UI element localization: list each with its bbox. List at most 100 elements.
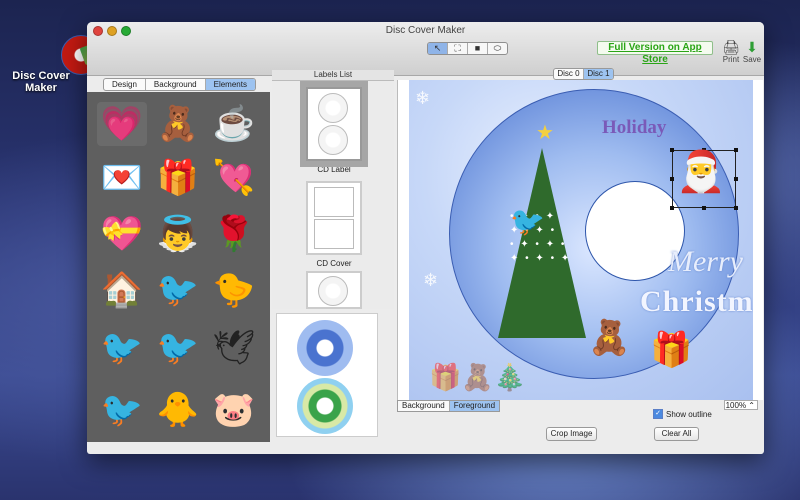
cover-outline-icon: [314, 187, 354, 217]
crop-image-button[interactable]: Crop Image: [546, 427, 597, 441]
element-teddy-bear[interactable]: 🧸: [153, 102, 203, 146]
download-icon: ⬇: [746, 39, 758, 55]
element-coffee-cup[interactable]: ☕: [209, 102, 259, 146]
show-outline-control[interactable]: ✓ Show outline: [653, 409, 712, 419]
background-toys: 🎁🧸🎄: [429, 362, 527, 392]
merry-text[interactable]: Merry: [668, 245, 743, 279]
label-item-name: CD Cover: [316, 259, 352, 268]
label-preview: [276, 313, 378, 437]
design-canvas[interactable]: ❄ ❄ ❄ • ✦ • ✦✦ • ✦ •• ✦ • ✦ •✦ • ✦ • ✦ ★…: [409, 80, 753, 400]
pig-icon: 🐷: [212, 391, 256, 429]
element-green-bird[interactable]: 🐥: [153, 388, 203, 432]
label-item-name: CD Label: [317, 165, 351, 174]
disc-design[interactable]: • ✦ • ✦ ✦ • ✦ • • ✦ • ✦ • ✦ • ✦ • ✦ ★ 🐦 Hol…: [449, 89, 753, 379]
teddy-bear-sticker[interactable]: 🧸: [588, 318, 630, 358]
zoom-select[interactable]: 100% ⌃: [724, 400, 758, 410]
blue-bird-icon: 🐦: [100, 391, 144, 429]
element-house[interactable]: 🏠: [97, 268, 147, 312]
element-cupid[interactable]: 👼: [153, 212, 203, 256]
label-item-cd-cover[interactable]: CD Cover: [306, 181, 362, 268]
label-item-partial[interactable]: [306, 271, 362, 309]
tool-selector: ↖ ⛶ ■ ⬭: [427, 42, 508, 55]
element-yellow-bird[interactable]: 🐤: [209, 268, 259, 312]
element-black-bird[interactable]: 🐦: [97, 326, 147, 370]
coffee-cup-icon: ☕: [212, 105, 256, 143]
resize-handle[interactable]: [734, 148, 738, 152]
element-heart-arrow[interactable]: 💘: [209, 156, 259, 200]
arrow-tool-icon[interactable]: ↖: [428, 43, 448, 54]
resize-handle[interactable]: [670, 206, 674, 210]
canvas-area: ❄ ❄ ❄ • ✦ • ✦✦ • ✦ •• ✦ • ✦ •✦ • ✦ • ✦ ★…: [397, 80, 763, 400]
labels-list-header: Labels List: [272, 70, 394, 81]
label-item-cd-label[interactable]: CD Label: [306, 87, 362, 174]
disc-outline-icon: [318, 93, 348, 123]
red-bird-icon: 🐦: [156, 271, 200, 309]
labels-list: CD Label CD Cover: [272, 81, 394, 309]
resize-handle[interactable]: [734, 177, 738, 181]
tab-background[interactable]: Background: [146, 79, 206, 90]
snowflake-icon: ❄: [423, 270, 439, 290]
house-icon: 🏠: [100, 271, 144, 309]
elements-grid: 💗 🧸 ☕ 💌 🎁 💘 💝 👼 🌹 🏠 🐦 🐤 🐦 🐦 🕊 🐦 🐥 🐷: [87, 92, 270, 442]
heart-icon: 💗: [100, 105, 144, 143]
layer-tabs: Background Foreground: [397, 400, 501, 412]
santa-sticker[interactable]: 🎅: [676, 148, 726, 195]
ellipse-tool-icon[interactable]: ⬭: [488, 43, 507, 54]
cd-cover-thumbnail: [306, 181, 362, 255]
show-outline-checkbox[interactable]: ✓: [653, 409, 663, 419]
tab-elements[interactable]: Elements: [205, 79, 255, 90]
gift-icon: 🎁: [156, 159, 200, 197]
resize-handle[interactable]: [670, 148, 674, 152]
brown-bird-icon: 🐦: [156, 329, 200, 367]
black-bird-icon: 🐦: [100, 329, 144, 367]
element-blue-bird[interactable]: 🐦: [97, 388, 147, 432]
resize-handle[interactable]: [702, 206, 706, 210]
teddy-bear-icon: 🧸: [156, 105, 200, 143]
clear-all-button[interactable]: Clear All: [654, 427, 699, 441]
left-panel-tabs: Design Background Elements: [103, 78, 256, 91]
gift-sticker[interactable]: 🎁: [650, 330, 692, 370]
save-label: Save: [742, 55, 762, 64]
blue-bird-sticker[interactable]: 🐦: [510, 205, 545, 238]
fit-tool-icon[interactable]: ⛶: [448, 43, 468, 54]
element-brown-bird[interactable]: 🐦: [153, 326, 203, 370]
preview-disc-1: [297, 320, 353, 376]
title-bar: Disc Cover Maker ↖ ⛶ ■ ⬭ Full Version on…: [87, 22, 764, 76]
winged-heart-icon: 💝: [100, 215, 144, 253]
tab-foreground-layer[interactable]: Foreground: [449, 401, 500, 411]
show-outline-label: Show outline: [666, 409, 712, 419]
zoom-value: 100%: [725, 401, 747, 410]
desktop-app-icon[interactable]: Disc Cover Maker: [10, 26, 107, 94]
element-winged-heart[interactable]: 💝: [97, 212, 147, 256]
element-heart[interactable]: 💗: [97, 102, 147, 146]
desktop-app-label: Disc Cover Maker: [12, 70, 70, 94]
rect-tool-icon[interactable]: ■: [468, 43, 488, 54]
element-gift[interactable]: 🎁: [153, 156, 203, 200]
element-flying-bird[interactable]: 🕊: [209, 326, 259, 370]
tab-disc-1[interactable]: Disc 1: [584, 69, 613, 79]
tab-disc-0[interactable]: Disc 0: [554, 69, 584, 79]
christmas-text[interactable]: Christmas: [640, 285, 753, 319]
cupid-icon: 👼: [156, 215, 200, 253]
resize-handle[interactable]: [670, 177, 674, 181]
save-button[interactable]: ⬇ Save: [740, 39, 764, 64]
tab-design[interactable]: Design: [104, 79, 146, 90]
element-love-note[interactable]: 💌: [97, 156, 147, 200]
holiday-text[interactable]: Holiday: [602, 117, 666, 139]
flying-bird-icon: 🕊: [212, 329, 256, 367]
window-title: Disc Cover Maker: [385, 25, 466, 36]
element-red-bird[interactable]: 🐦: [153, 268, 203, 312]
app-store-link[interactable]: Full Version on App Store: [597, 41, 713, 65]
disc-outline-icon: [318, 276, 348, 306]
tab-background-layer[interactable]: Background: [398, 401, 450, 411]
element-pig[interactable]: 🐷: [209, 388, 259, 432]
element-rose[interactable]: 🌹: [209, 212, 259, 256]
star-icon: ★: [536, 122, 554, 144]
preview-disc-2: [297, 378, 353, 434]
green-bird-icon: 🐥: [156, 391, 200, 429]
love-note-icon: 💌: [100, 159, 144, 197]
disc-outline-icon: [318, 125, 348, 155]
snowflake-icon: ❄: [415, 88, 431, 108]
cover-outline-icon: [314, 219, 354, 249]
resize-handle[interactable]: [734, 206, 738, 210]
